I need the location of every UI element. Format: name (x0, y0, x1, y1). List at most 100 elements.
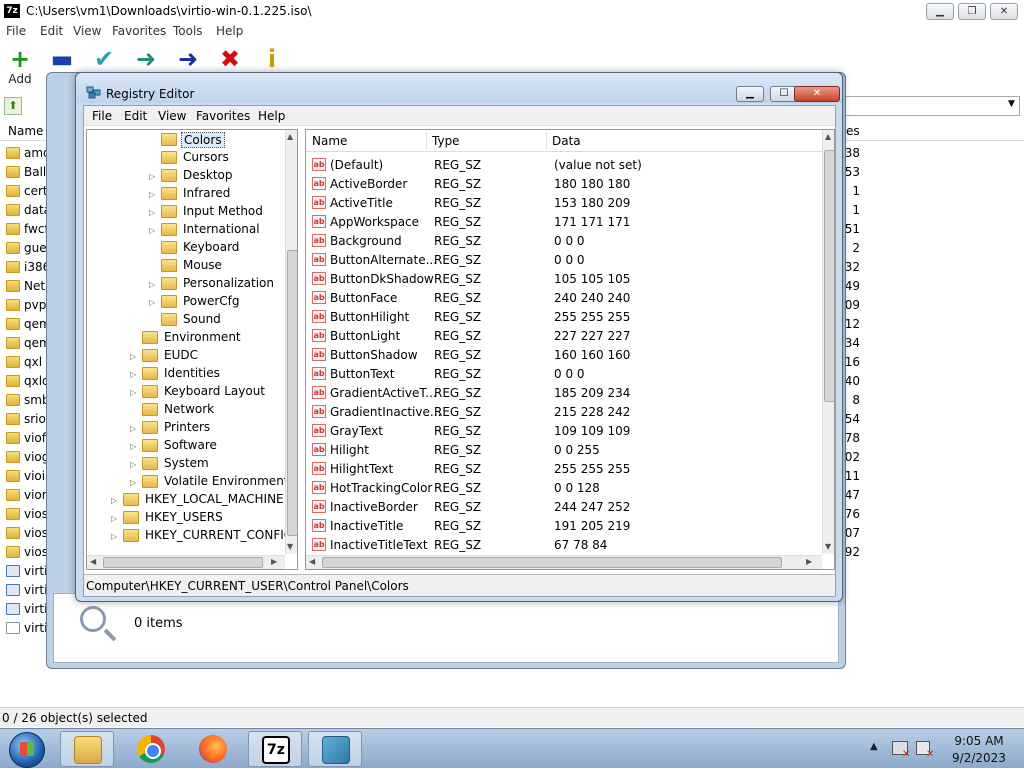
expand-icon[interactable]: ▷ (111, 532, 119, 541)
tree-hscroll-thumb[interactable] (103, 557, 263, 568)
table-row[interactable]: ab GrayText REG_SZ 109 109 109 (306, 422, 822, 441)
values-scroll-thumb[interactable] (824, 150, 834, 402)
table-row[interactable]: ab InactiveTitle REG_SZ 191 205 219 (306, 517, 822, 536)
expand-icon[interactable]: ▷ (130, 352, 138, 361)
column-header-name[interactable]: Name (312, 134, 347, 148)
list-item[interactable]: i386 (0, 258, 50, 277)
scroll-left-icon[interactable]: ◀ (309, 557, 315, 566)
list-item[interactable]: Ballo (0, 163, 54, 182)
table-row[interactable]: ab InactiveBorder REG_SZ 244 247 252 (306, 498, 822, 517)
close-button[interactable]: ✕ (990, 3, 1018, 20)
list-item[interactable]: qxld (0, 372, 50, 391)
table-row[interactable]: ab ButtonShadow REG_SZ 160 160 160 (306, 346, 822, 365)
column-header-type[interactable]: Type (432, 134, 460, 148)
up-folder-icon[interactable]: ⬆ (4, 97, 22, 115)
table-row[interactable]: ab GradientActiveT... REG_SZ 185 209 234 (306, 384, 822, 403)
scroll-down-icon[interactable]: ▼ (287, 542, 293, 551)
show-hidden-icons-icon[interactable]: ▲ (870, 741, 878, 752)
restore-button[interactable]: ❐ (958, 3, 986, 20)
menu-file[interactable]: File (6, 24, 26, 38)
start-button[interactable] (2, 730, 54, 768)
table-row[interactable]: ab Background REG_SZ 0 0 0 (306, 232, 822, 251)
scroll-down-icon[interactable]: ▼ (825, 542, 831, 551)
taskbar-regedit[interactable] (308, 731, 362, 767)
list-item[interactable]: virtio (0, 562, 55, 581)
minimize-button[interactable]: ▁ (926, 3, 954, 20)
regedit-close-button[interactable]: ✕ (794, 86, 840, 102)
table-row[interactable]: ab ActiveTitle REG_SZ 153 180 209 (306, 194, 822, 213)
list-item[interactable]: virtio (0, 619, 55, 638)
regedit-menu-favorites[interactable]: Favorites (196, 109, 250, 123)
list-item[interactable]: vios (0, 505, 50, 524)
list-item[interactable]: amd (0, 144, 51, 163)
expand-icon[interactable]: ▷ (130, 388, 138, 397)
expand-icon[interactable]: ▷ (149, 190, 157, 199)
taskbar-7zip[interactable]: 7z (248, 731, 302, 767)
expand-icon[interactable]: ▷ (149, 226, 157, 235)
column-separator[interactable] (546, 132, 547, 150)
list-item[interactable]: viog (0, 448, 50, 467)
menu-favorites[interactable]: Favorites (112, 24, 166, 38)
table-row[interactable]: ab ButtonHilight REG_SZ 255 255 255 (306, 308, 822, 327)
scroll-left-icon[interactable]: ◀ (90, 557, 96, 566)
scroll-right-icon[interactable]: ▶ (806, 557, 812, 566)
list-item[interactable]: vioin (0, 467, 53, 486)
expand-icon[interactable]: ▷ (149, 298, 157, 307)
menu-tools[interactable]: Tools (173, 24, 203, 38)
scroll-up-icon[interactable]: ▲ (825, 132, 831, 141)
registry-values-list[interactable]: Name Type Data ab (Default) REG_SZ (value n… (305, 129, 835, 570)
regedit-menu-help[interactable]: Help (258, 109, 285, 123)
regedit-menu-view[interactable]: View (158, 109, 186, 123)
list-item[interactable]: vios (0, 543, 50, 562)
table-row[interactable]: ab ActiveBorder REG_SZ 180 180 180 (306, 175, 822, 194)
table-row[interactable]: ab (Default) REG_SZ (value not set) (306, 156, 822, 175)
clock-time[interactable]: 9:05 AM (944, 734, 1014, 748)
list-item[interactable]: qem (0, 334, 51, 353)
table-row[interactable]: ab ButtonText REG_SZ 0 0 0 (306, 365, 822, 384)
table-row[interactable]: ab ButtonDkShadow REG_SZ 105 105 105 (306, 270, 822, 289)
taskbar-chrome[interactable] (124, 731, 178, 767)
list-item[interactable]: virtio (0, 600, 55, 619)
table-row[interactable]: ab ButtonAlternate... REG_SZ 0 0 0 (306, 251, 822, 270)
registry-key-tree[interactable]: Colors Cursors ▷ Desktop ▷ Infrared ▷ Input Met… (86, 129, 298, 570)
tree-horizontal-scrollbar[interactable]: ◀ ▶ (87, 555, 285, 569)
list-item[interactable]: vion (0, 486, 50, 505)
expand-icon[interactable]: ▷ (149, 280, 157, 289)
values-hscroll-thumb[interactable] (322, 557, 782, 568)
taskbar-firefox[interactable] (186, 731, 240, 767)
regedit-minimize-button[interactable]: ▁ (736, 86, 764, 102)
list-item[interactable]: vios (0, 524, 50, 543)
table-row[interactable]: ab Hilight REG_SZ 0 0 255 (306, 441, 822, 460)
list-item[interactable]: gues (0, 239, 53, 258)
chevron-down-icon[interactable]: ▼ (1008, 99, 1015, 109)
address-bar[interactable] (840, 96, 1020, 116)
expand-icon[interactable]: ▷ (111, 514, 119, 523)
table-row[interactable]: ab GradientInactive... REG_SZ 215 228 242 (306, 403, 822, 422)
column-separator[interactable] (426, 132, 427, 150)
tree-vertical-scrollbar[interactable]: ▲ ▼ (285, 130, 297, 554)
list-item[interactable]: data (0, 201, 51, 220)
expand-icon[interactable]: ▷ (149, 172, 157, 181)
values-vertical-scrollbar[interactable]: ▲ ▼ (822, 130, 834, 554)
list-item[interactable]: pvpa (0, 296, 54, 315)
scroll-up-icon[interactable]: ▲ (287, 132, 293, 141)
column-header-data[interactable]: Data (552, 134, 581, 148)
list-item[interactable]: Neth (0, 277, 53, 296)
clock-date[interactable]: 9/2/2023 (944, 751, 1014, 765)
table-row[interactable]: ab InactiveTitleText REG_SZ 67 78 84 (306, 536, 822, 555)
list-item[interactable]: qxl (0, 353, 50, 372)
menu-edit[interactable]: Edit (40, 24, 63, 38)
menu-help[interactable]: Help (216, 24, 243, 38)
taskbar-explorer[interactable] (60, 731, 114, 767)
column-size[interactable]: es (846, 124, 860, 138)
table-row[interactable]: ab ButtonLight REG_SZ 227 227 227 (306, 327, 822, 346)
list-item[interactable]: cert (0, 182, 50, 201)
list-item[interactable]: sriov (0, 410, 53, 429)
list-item[interactable]: qem (0, 315, 51, 334)
expand-icon[interactable]: ▷ (111, 496, 119, 505)
scroll-right-icon[interactable]: ▶ (271, 557, 277, 566)
table-row[interactable]: ab HilightText REG_SZ 255 255 255 (306, 460, 822, 479)
column-name[interactable]: Name (8, 124, 43, 138)
table-row[interactable]: ab AppWorkspace REG_SZ 171 171 171 (306, 213, 822, 232)
list-item[interactable]: viofs (0, 429, 52, 448)
